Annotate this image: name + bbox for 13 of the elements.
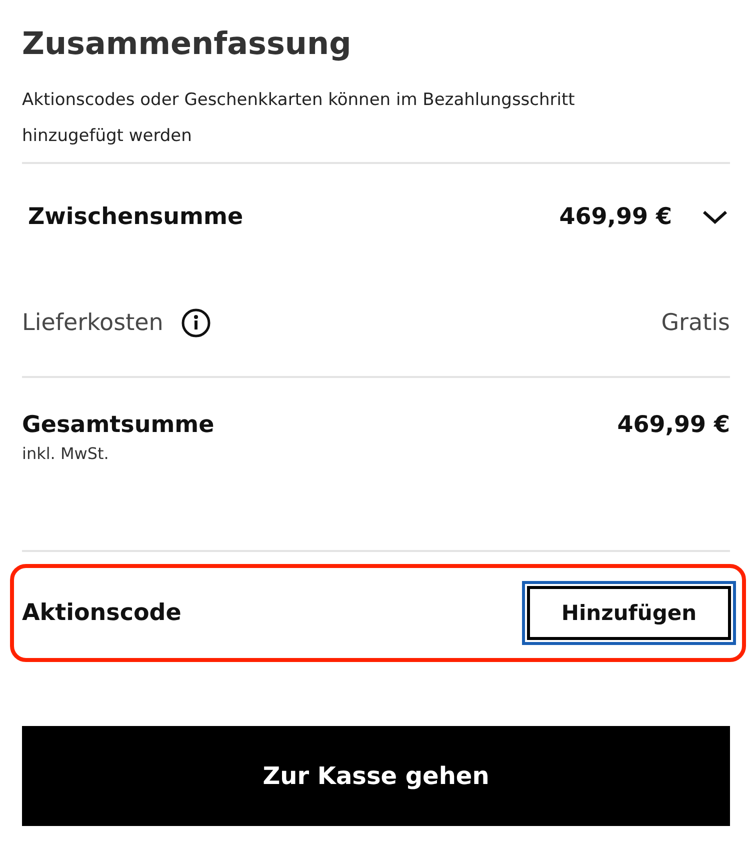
tax-note: inkl. MwSt. bbox=[22, 444, 110, 463]
delivery-value: Gratis bbox=[661, 310, 730, 336]
subtotal-amount: 469,99 € bbox=[559, 204, 672, 230]
info-icon[interactable] bbox=[181, 308, 212, 338]
delivery-label: Lieferkosten bbox=[22, 310, 164, 336]
add-button[interactable]: Hinzufügen bbox=[522, 581, 736, 645]
summary-title: Zusammenfassung bbox=[22, 25, 352, 64]
checkout-button[interactable]: Zur Kasse gehen bbox=[22, 726, 730, 826]
subtotal-label: Zwischensumme bbox=[28, 204, 244, 230]
promo-code-label: Aktionscode bbox=[22, 600, 182, 626]
total-amount: 469,99 € bbox=[617, 412, 730, 438]
total-label: Gesamtsumme bbox=[22, 412, 214, 438]
promo-note: Aktionscodes oder Geschenkkarten können im Bezahlungsschritt hinzugefügt werden bbox=[22, 89, 576, 148]
